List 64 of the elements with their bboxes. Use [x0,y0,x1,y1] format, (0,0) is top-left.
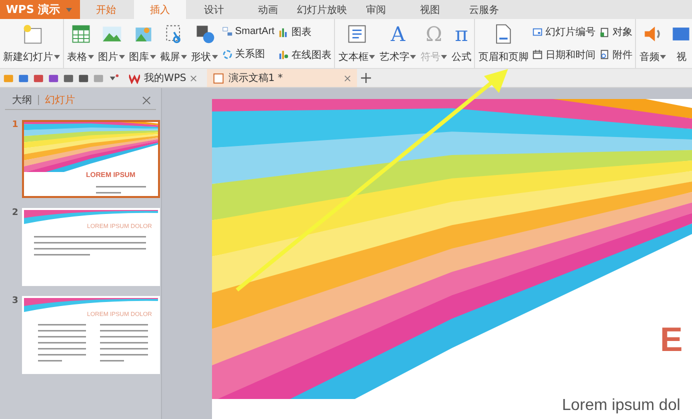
text-lines-drawing [38,322,86,364]
ribbon-button[interactable]: 对象 [598,24,634,40]
ribbon-button[interactable]: 图表 [277,24,332,40]
document-tab[interactable]: 演示文稿1 * [207,69,358,87]
close-icon[interactable] [142,96,151,104]
smartart-icon [222,26,233,37]
ribbon-button[interactable]: 形状 [190,21,219,66]
dropdown-caret-icon [660,55,666,59]
slide-number: 2 [12,208,18,218]
menu-tab[interactable]: 幻灯片放映 [296,0,348,19]
ribbon-button[interactable]: 幻灯片编号 [531,24,596,40]
menu-tab[interactable]: 云服务 [458,0,510,19]
ribbon-button[interactable]: 日期和时间 [531,46,596,63]
ribbon-button[interactable]: 关系图 [221,46,276,62]
object-icon [599,26,610,38]
dropdown-caret-icon [369,55,376,59]
dropdown-caret-icon [410,55,416,59]
close-icon[interactable] [190,74,198,82]
dropdown-caret-icon [119,55,125,59]
ribbon-button[interactable]: 表格 [66,21,95,66]
attachment-icon [599,49,610,60]
slide-number-icon [532,26,544,38]
ribbon-button[interactable]: 页眉和页脚 [477,21,530,66]
text-box-icon [346,23,368,45]
close-icon[interactable] [344,74,352,82]
ribbon-button[interactable]: π 公式 [450,21,472,66]
slide-number: 1 [12,120,18,130]
dropdown-caret-icon [441,55,448,59]
menu-tab[interactable]: 审阅 [350,0,402,19]
panel-tab[interactable]: 大纲 [10,93,34,107]
dropdown-caret-icon [88,55,94,59]
dropdown-caret-icon [212,55,218,59]
slide-number: 3 [12,296,18,306]
slide-subtitle: Lorem ipsum dol [562,397,680,415]
ribbon-button[interactable]: 音频 [638,21,668,66]
text-lines-drawing [100,322,148,364]
ribbon-button[interactable]: 截屏 [159,21,188,66]
document-icon [213,72,224,84]
calendar-icon [532,49,544,60]
menu-tab[interactable]: 视图 [404,0,456,19]
table-icon [70,23,92,45]
ribbon-button[interactable]: 图片 [97,21,126,66]
cycle-icon [222,48,233,60]
dropdown-caret-icon [54,55,60,59]
ribbon-button[interactable]: 新建幻灯片 [2,21,61,66]
dropdown-caret-icon [181,55,187,59]
ribbon-button[interactable]: 视 [669,21,692,66]
ribbon-button[interactable]: 文本框 [337,21,376,66]
ribbon-button[interactable]: 在线图表 [277,46,332,63]
ribbon-button[interactable]: A 艺术字 [378,21,418,66]
document-tab[interactable]: 我的WPS [123,69,204,87]
dropdown-caret-icon [150,55,156,59]
menu-tab[interactable]: 设计 [188,0,240,19]
w-logo-icon [129,72,140,84]
ribbon-button[interactable]: 图库 [128,21,157,66]
menu-tab[interactable]: 动画 [242,0,294,19]
slide-title: E [660,321,683,360]
new-tab-icon[interactable] [361,73,372,83]
text-lines-drawing [96,184,146,196]
bar-chart-icon [278,26,290,38]
dropdown-caret-icon [66,8,72,12]
ribbon-button[interactable]: SmartArt [221,25,276,38]
chart-icon [278,49,290,60]
ribbon-button[interactable]: 附件 [598,46,634,63]
